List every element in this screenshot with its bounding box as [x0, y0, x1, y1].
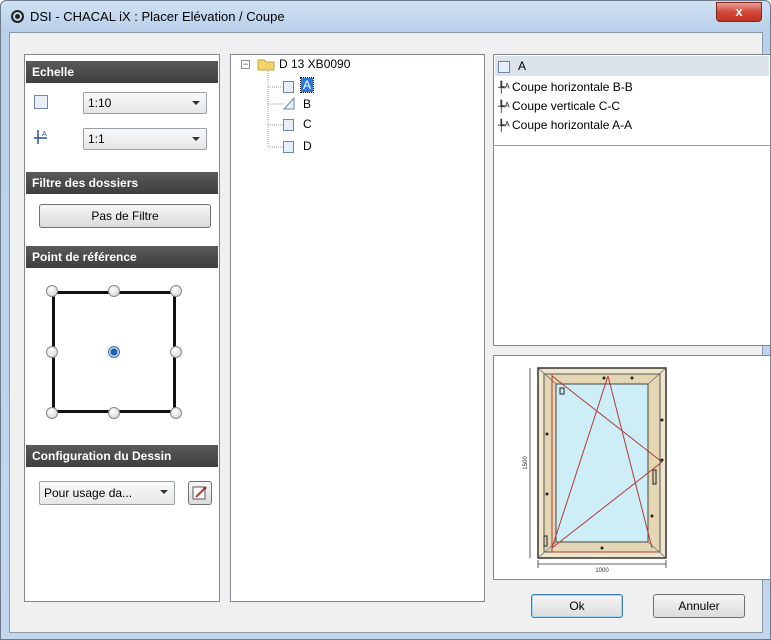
- elevation-scale-icon: [34, 95, 48, 109]
- app-icon: [11, 10, 24, 23]
- section-scale-dropdown[interactable]: 1:1: [83, 128, 207, 150]
- window-title: DSI - CHACAL iX : Placer Elévation / Cou…: [30, 9, 285, 24]
- dialog-window: DSI - CHACAL iX : Placer Elévation / Cou…: [0, 0, 771, 640]
- elevation-scale-value: 1:10: [88, 96, 112, 110]
- folder-tree-panel: − D 13 XB0090 A B C D: [230, 54, 485, 602]
- ref-point-middle-left[interactable]: [46, 346, 58, 358]
- chevron-down-icon: [160, 490, 168, 494]
- ref-point-center[interactable]: [108, 346, 120, 358]
- point-reference-header: Point de référence: [26, 246, 218, 268]
- tree-node-d[interactable]: D: [303, 139, 312, 153]
- square-icon: [283, 141, 294, 153]
- list-item-label: Coupe horizontale A-A: [512, 118, 633, 132]
- preview-panel: 1500 1000: [493, 355, 771, 580]
- height-dimension-label: 1500: [523, 456, 529, 470]
- window-elevation-preview: 1500 1000: [523, 367, 667, 574]
- list-item[interactable]: ╄ᴬ Coupe horizontale A-A: [498, 116, 768, 134]
- list-item[interactable]: ╄ᴬ Coupe horizontale B-B: [498, 78, 768, 96]
- folder-icon: [257, 59, 275, 71]
- tree-node-a[interactable]: A: [299, 77, 315, 93]
- section-scale-value: 1:1: [88, 132, 105, 146]
- pas-de-filtre-button[interactable]: Pas de Filtre: [39, 204, 211, 228]
- width-dimension-label: 1000: [595, 568, 609, 574]
- ref-point-middle-right[interactable]: [170, 346, 182, 358]
- section-scale-icon: A: [34, 130, 47, 144]
- drawing-config-value: Pour usage da...: [44, 486, 133, 500]
- close-button[interactable]: x: [716, 2, 762, 22]
- section-cut-icon: ╄ᴬ: [498, 82, 510, 94]
- square-icon: [283, 81, 294, 93]
- collapse-toggle-icon[interactable]: −: [241, 60, 250, 69]
- echelle-header: Echelle: [26, 61, 218, 83]
- list-item[interactable]: ╄ᴬ Coupe verticale C-C: [498, 97, 768, 115]
- reference-point-grid: [46, 285, 182, 419]
- dialog-client-area: Echelle 1:10 A 1:1 Filtre des dossiers P…: [9, 32, 771, 633]
- ok-button[interactable]: Ok: [531, 594, 623, 618]
- views-list-panel: A ╄ᴬ Coupe horizontale B-B ╄ᴬ Coupe vertic…: [493, 54, 771, 346]
- ref-point-bottom-right[interactable]: [170, 407, 182, 419]
- ref-point-top-right[interactable]: [170, 285, 182, 297]
- cancel-button[interactable]: Annuler: [653, 594, 745, 618]
- title-bar: DSI - CHACAL iX : Placer Elévation / Cou…: [1, 1, 770, 32]
- list-item[interactable]: A: [498, 57, 768, 75]
- list-item-label: A: [518, 59, 527, 73]
- edit-config-button[interactable]: [188, 481, 212, 505]
- config-dessin-header: Configuration du Dessin: [26, 445, 218, 467]
- left-options-panel: Echelle 1:10 A 1:1 Filtre des dossiers P…: [24, 54, 220, 602]
- square-icon: [283, 119, 294, 131]
- list-item-label: Coupe horizontale B-B: [512, 80, 633, 94]
- list-divider: [494, 145, 770, 146]
- tree-lines: [267, 71, 283, 148]
- section-cut-icon: ╄ᴬ: [498, 120, 510, 132]
- chevron-down-icon: [192, 101, 200, 105]
- drawing-config-dropdown[interactable]: Pour usage da...: [39, 481, 175, 505]
- section-cut-icon: ╄ᴬ: [498, 101, 510, 113]
- chevron-down-icon: [192, 137, 200, 141]
- ref-point-top-left[interactable]: [46, 285, 58, 297]
- ref-point-top-center[interactable]: [108, 285, 120, 297]
- ref-point-bottom-center[interactable]: [108, 407, 120, 419]
- tree-root-label[interactable]: D 13 XB0090: [279, 57, 350, 71]
- filtre-header: Filtre des dossiers: [26, 172, 218, 194]
- square-icon: [498, 60, 510, 73]
- svg-text:A: A: [42, 131, 47, 138]
- edit-icon: [192, 486, 207, 500]
- ref-point-bottom-left[interactable]: [46, 407, 58, 419]
- tree-node-b[interactable]: B: [303, 97, 311, 111]
- triangle-icon: [283, 97, 295, 110]
- tree-node-c[interactable]: C: [303, 117, 312, 131]
- elevation-scale-dropdown[interactable]: 1:10: [83, 92, 207, 114]
- list-item-label: Coupe verticale C-C: [512, 99, 621, 113]
